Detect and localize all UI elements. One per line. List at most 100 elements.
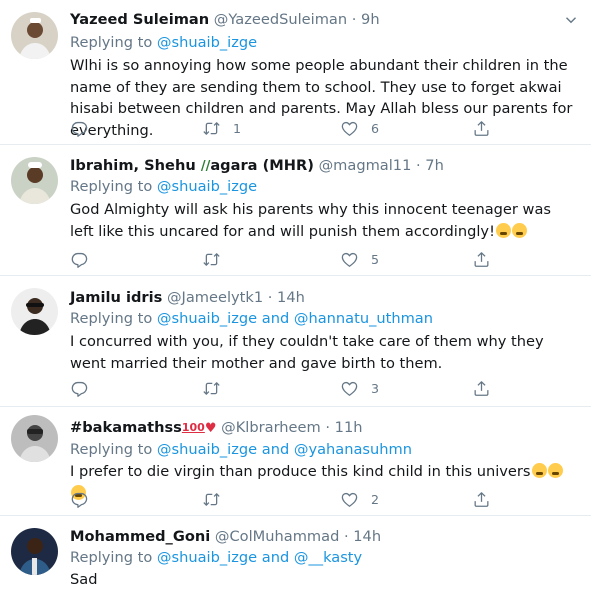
tweet-text-content: I prefer to die virgin than produce this…: [70, 463, 531, 480]
separator: ·: [339, 528, 354, 545]
retweet-button[interactable]: [202, 247, 221, 271]
user-handle[interactable]: @magmal11: [319, 157, 412, 174]
share-icon: [472, 250, 491, 269]
share-button[interactable]: [472, 116, 491, 140]
user-handle[interactable]: @Klbrarheem: [221, 419, 321, 436]
like-count: 6: [371, 120, 380, 136]
share-button[interactable]: [472, 247, 491, 271]
reply-icon: [70, 119, 89, 138]
avatar[interactable]: [11, 12, 58, 59]
share-button[interactable]: [472, 487, 491, 511]
like-count: 3: [371, 380, 380, 396]
mention-link[interactable]: @shuaib_izge: [157, 441, 257, 458]
user-handle[interactable]: @Jameelytk1: [167, 289, 263, 306]
tweet[interactable]: Ibrahim, Shehu //agara (MHR) @magmal11 ·…: [0, 145, 591, 276]
display-name[interactable]: #bakamathss100♥: [70, 419, 217, 436]
chevron-down-icon[interactable]: [565, 14, 577, 26]
replying-and: and: [257, 549, 294, 566]
tweet-header: Ibrahim, Shehu //agara (MHR) @magmal11 ·…: [70, 156, 444, 177]
mention-link[interactable]: @shuaib_izge: [157, 178, 257, 195]
mention-link[interactable]: @yahanasuhmn: [294, 441, 412, 458]
mention-link[interactable]: @shuaib_izge: [157, 34, 257, 51]
retweet-icon: [202, 250, 221, 269]
replying-and: and: [257, 441, 294, 458]
pepper-emoji: //: [200, 159, 211, 174]
tweet-header: #bakamathss100♥ @Klbrarheem · 11h: [70, 418, 362, 439]
replying-to: Replying to @shuaib_izge: [70, 177, 257, 197]
separator: ·: [320, 419, 335, 436]
separator: ·: [411, 157, 426, 174]
replying-to: Replying to @shuaib_izge and @yahanasuhm…: [70, 440, 412, 460]
like-icon: [340, 250, 359, 269]
tweet-actions: 2: [70, 487, 510, 511]
timestamp[interactable]: 11h: [335, 419, 363, 436]
retweet-button[interactable]: 1: [202, 116, 241, 140]
display-name[interactable]: Mohammed_Goni: [70, 528, 210, 545]
like-button[interactable]: 3: [340, 376, 379, 400]
hundred-points-emoji: 100: [181, 421, 205, 434]
tweet-text: Sad: [70, 571, 98, 588]
like-icon: [340, 490, 359, 509]
display-name-text: Ibrahim, Shehu: [70, 157, 196, 174]
mention-link[interactable]: @hannatu_uthman: [294, 310, 433, 327]
like-button[interactable]: 6: [340, 116, 379, 140]
replying-label: Replying to: [70, 178, 157, 195]
retweet-button[interactable]: [202, 376, 221, 400]
heart-emoji: ♥: [204, 421, 217, 436]
reply-button[interactable]: [70, 247, 89, 271]
share-icon: [472, 119, 491, 138]
display-name[interactable]: Ibrahim, Shehu //agara (MHR): [70, 157, 314, 174]
display-name[interactable]: Yazeed Suleiman: [70, 11, 209, 28]
mention-link[interactable]: @shuaib_izge: [157, 549, 257, 566]
tweet-header: Yazeed Suleiman @YazeedSuleiman · 9h: [70, 10, 380, 30]
tweet[interactable]: #bakamathss100♥ @Klbrarheem · 11h Replyi…: [0, 407, 591, 516]
separator: ·: [263, 289, 278, 306]
mention-link[interactable]: @shuaib_izge: [157, 310, 257, 327]
tweet[interactable]: Mohammed_Goni @ColMuhammad · 14h Replyin…: [0, 516, 591, 591]
like-count: 2: [371, 491, 380, 507]
replying-label: Replying to: [70, 34, 157, 51]
display-name-text: #bakamathss: [70, 419, 182, 436]
display-name[interactable]: Jamilu idris: [70, 289, 162, 306]
tweet-header: Mohammed_Goni @ColMuhammad · 14h: [70, 527, 381, 547]
display-name-suffix: agara (MHR): [210, 157, 314, 174]
retweet-icon: [202, 490, 221, 509]
avatar[interactable]: [11, 288, 58, 335]
like-icon: [340, 119, 359, 138]
replying-label: Replying to: [70, 441, 157, 458]
like-button[interactable]: 2: [340, 487, 379, 511]
retweet-icon: [202, 119, 221, 138]
like-icon: [340, 379, 359, 398]
separator: ·: [347, 11, 362, 28]
retweet-icon: [202, 379, 221, 398]
timestamp[interactable]: 14h: [353, 528, 381, 545]
retweet-button[interactable]: [202, 487, 221, 511]
reply-button[interactable]: [70, 116, 89, 140]
replying-and: and: [257, 310, 294, 327]
tweet-text: God Almighty will ask his parents why th…: [70, 199, 575, 242]
replying-to: Replying to @shuaib_izge and @hannatu_ut…: [70, 309, 433, 329]
crying-face-emoji: [531, 463, 547, 478]
timestamp[interactable]: 7h: [425, 157, 444, 174]
user-handle[interactable]: @YazeedSuleiman: [214, 11, 347, 28]
share-button[interactable]: [472, 376, 491, 400]
avatar[interactable]: [11, 157, 58, 204]
avatar[interactable]: [11, 528, 58, 575]
timestamp[interactable]: 9h: [361, 11, 380, 28]
like-count: 5: [371, 251, 380, 267]
retweet-count: 1: [233, 120, 242, 136]
timestamp[interactable]: 14h: [277, 289, 305, 306]
reply-icon: [70, 379, 89, 398]
reply-button[interactable]: [70, 487, 89, 511]
user-handle[interactable]: @ColMuhammad: [215, 528, 339, 545]
tweet[interactable]: Jamilu idris @Jameelytk1 · 14h Replying …: [0, 276, 591, 407]
like-button[interactable]: 5: [340, 247, 379, 271]
tweet[interactable]: Yazeed Suleiman @YazeedSuleiman · 9h Rep…: [0, 0, 591, 145]
avatar[interactable]: [11, 415, 58, 462]
mention-link[interactable]: @__kasty: [294, 549, 362, 566]
tweet-text-content: God Almighty will ask his parents why th…: [70, 201, 552, 240]
share-icon: [472, 379, 491, 398]
reply-button[interactable]: [70, 376, 89, 400]
tweet-actions: 5: [70, 247, 510, 271]
replying-to: Replying to @shuaib_izge: [70, 33, 257, 53]
